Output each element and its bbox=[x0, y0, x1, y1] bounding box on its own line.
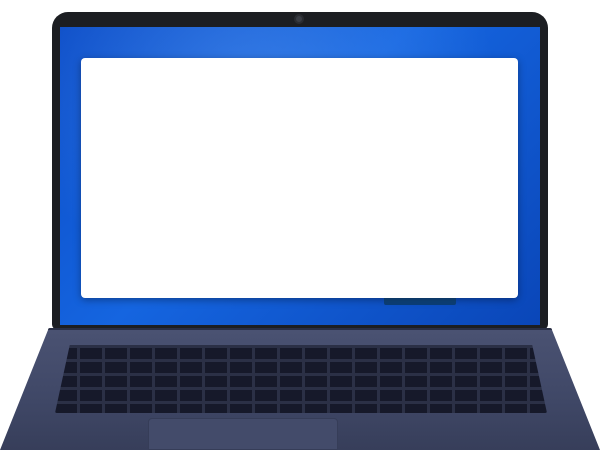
video-app-window bbox=[81, 58, 518, 298]
touchpad bbox=[148, 418, 338, 450]
keyboard bbox=[55, 345, 547, 413]
laptop: ▶ ⏭ 🔈 ♥ ⤴ @itsmeeklamie4722 This was so … bbox=[0, 0, 600, 450]
webcam-icon bbox=[294, 14, 304, 24]
